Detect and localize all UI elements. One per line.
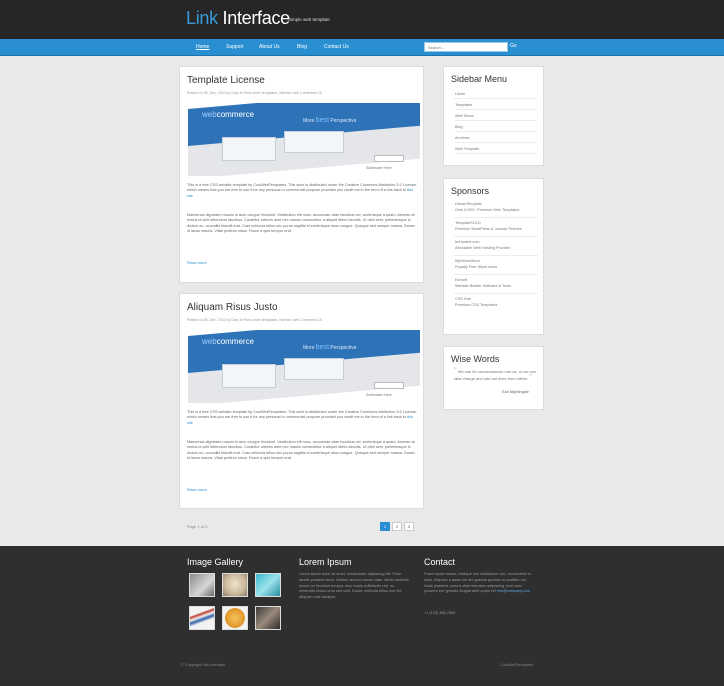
contact-email-link[interactable]: info@company.com bbox=[497, 589, 530, 593]
gallery-thumbnail[interactable] bbox=[189, 573, 215, 597]
sidebar-item-web-demo[interactable]: Web Demo bbox=[455, 114, 537, 121]
post-meta: Posted on 08, Dec, 2010 by Gary in Filed… bbox=[187, 318, 322, 322]
logo-part-1: Link bbox=[186, 8, 218, 28]
contact-text: Fusce quam metus, tristique non vestibul… bbox=[424, 572, 532, 594]
wise-words-box: Wise Words “ We can let circumstances ru… bbox=[443, 346, 544, 410]
sidebar-item-home[interactable]: Home bbox=[455, 92, 537, 99]
post-paragraph: Maecenas dignissim mauris in arcu congue… bbox=[187, 213, 415, 234]
read-more-link[interactable]: Read more bbox=[187, 260, 207, 265]
post-paragraph: This is a free CSS website template by C… bbox=[187, 183, 417, 198]
banner-brand: webcommerce bbox=[202, 337, 255, 346]
post-title[interactable]: Aliquam Risus Justo bbox=[187, 302, 278, 313]
sidebar-item-archives[interactable]: Archives bbox=[455, 136, 537, 143]
post-banner-image: webcommerce More best Perspective Subhea… bbox=[188, 103, 420, 176]
post-banner-image: webcommerce More best Perspective Subhea… bbox=[188, 330, 420, 403]
banner-subtext: Subheader Here bbox=[366, 166, 392, 170]
banner-subtext: Subheader Here bbox=[366, 393, 392, 397]
gallery-thumbnail[interactable] bbox=[255, 606, 281, 630]
lorem-text: Lorem ipsum dolor sit amet, consectetur … bbox=[299, 572, 410, 600]
sponsor-desc: Website Builder Software & Tools bbox=[455, 284, 511, 288]
site-header: Link Interface Simple web template bbox=[0, 0, 724, 39]
close-quote-icon: ” bbox=[529, 373, 532, 382]
gallery-title: Image Gallery bbox=[187, 557, 244, 567]
nav-support[interactable]: Support bbox=[226, 44, 244, 50]
sidebar-item-web-template[interactable]: Web Template bbox=[455, 147, 537, 154]
sponsor-name[interactable]: Evrsoft bbox=[455, 278, 467, 282]
nav-home[interactable]: Home bbox=[196, 44, 209, 50]
sponsor-name[interactable]: DreamTemplate bbox=[455, 202, 482, 206]
wise-words-title: Wise Words bbox=[451, 354, 500, 364]
quote-text: “ We can let circumstances rule us, or w… bbox=[454, 366, 536, 382]
blog-post: Template License Posted on 08, Dec, 2010… bbox=[179, 66, 424, 283]
sponsor-divider bbox=[454, 293, 538, 294]
site-logo[interactable]: Link Interface bbox=[186, 8, 290, 29]
sponsor-name[interactable]: CSS Hub bbox=[455, 297, 471, 301]
page-button-3[interactable]: 3 bbox=[404, 522, 414, 531]
gallery-thumbnail[interactable] bbox=[222, 606, 248, 630]
site-footer: Image Gallery Lorem Ipsum Lorem ipsum do… bbox=[0, 546, 724, 686]
copyright-text: © Copyright Link Interface bbox=[181, 663, 225, 667]
sponsor-desc: Premium CSS Templates bbox=[455, 303, 498, 307]
gallery-thumbnail[interactable] bbox=[222, 573, 248, 597]
sponsor-name[interactable]: MyVectorStore bbox=[455, 259, 480, 263]
banner-headline: More best Perspective bbox=[303, 344, 357, 351]
post-title[interactable]: Template License bbox=[187, 75, 265, 86]
open-quote-icon: “ bbox=[454, 366, 457, 375]
banner-brand: webcommerce bbox=[202, 110, 255, 119]
sponsor-desc: Premium WordPress & Joomla Themes bbox=[455, 227, 522, 231]
contact-phone: +1 (123) 456-7890 bbox=[424, 611, 456, 615]
nav-blog[interactable]: Blog bbox=[297, 44, 307, 50]
sponsor-desc: Royalty Free Stock Icons bbox=[455, 265, 498, 269]
sponsor-divider bbox=[454, 236, 538, 237]
sidebar-item-templates[interactable]: Templates bbox=[455, 103, 537, 110]
search-input[interactable] bbox=[424, 42, 508, 52]
sponsor-name[interactable]: ImHosted.com bbox=[455, 240, 479, 244]
sponsors-title: Sponsors bbox=[451, 186, 490, 196]
pagination-info: Page 1 of 3 bbox=[187, 524, 208, 529]
nav-contact-us[interactable]: Contact Us bbox=[324, 44, 349, 50]
sidebar-item-blog[interactable]: Blog bbox=[455, 125, 537, 132]
read-more-link[interactable]: Read more bbox=[187, 487, 207, 492]
lorem-title: Lorem Ipsum bbox=[299, 557, 352, 567]
sponsor-divider bbox=[454, 217, 538, 218]
credit-link[interactable]: CoolWebTemplates bbox=[500, 663, 533, 667]
gallery-thumbnail[interactable] bbox=[255, 573, 281, 597]
sponsor-name[interactable]: TemplateSOLD bbox=[455, 221, 481, 225]
post-paragraph: This is a free CSS website template by C… bbox=[187, 410, 417, 425]
sponsor-divider bbox=[454, 255, 538, 256]
logo-part-2: Interface bbox=[222, 8, 291, 28]
blog-post: Aliquam Risus Justo Posted on 08, Dec, 2… bbox=[179, 293, 424, 509]
gallery-thumbnail[interactable] bbox=[189, 606, 215, 630]
search-go-button[interactable]: Go bbox=[510, 43, 517, 49]
sponsors-box: Sponsors DreamTemplate Over 6,000+ Premi… bbox=[443, 178, 544, 335]
site-slogan: Simple web template bbox=[288, 17, 330, 22]
post-paragraph: Maecenas dignissim mauris in arcu congue… bbox=[187, 440, 415, 461]
quote-author: Earl Nightingale bbox=[502, 390, 529, 394]
sponsor-desc: Affordable Web Hosting Provider bbox=[455, 246, 511, 250]
nav-about-us[interactable]: About Us bbox=[259, 44, 280, 50]
banner-headline: More best Perspective bbox=[303, 117, 357, 124]
main-navigation: Home Support About Us Blog Contact Us Go bbox=[0, 39, 724, 56]
sponsor-desc: Over 6,000+ Premium Web Templates bbox=[455, 208, 520, 212]
contact-title: Contact bbox=[424, 557, 456, 567]
sponsor-divider bbox=[454, 274, 538, 275]
post-meta: Posted on 08, Dec, 2010 by Gary in Filed… bbox=[187, 91, 322, 95]
sidebar-menu-title: Sidebar Menu bbox=[451, 74, 508, 84]
sidebar-menu: Sidebar Menu Home Templates Web Demo Blo… bbox=[443, 66, 544, 166]
page-button-2[interactable]: 2 bbox=[392, 522, 402, 531]
page-button-1[interactable]: 1 bbox=[380, 522, 390, 531]
